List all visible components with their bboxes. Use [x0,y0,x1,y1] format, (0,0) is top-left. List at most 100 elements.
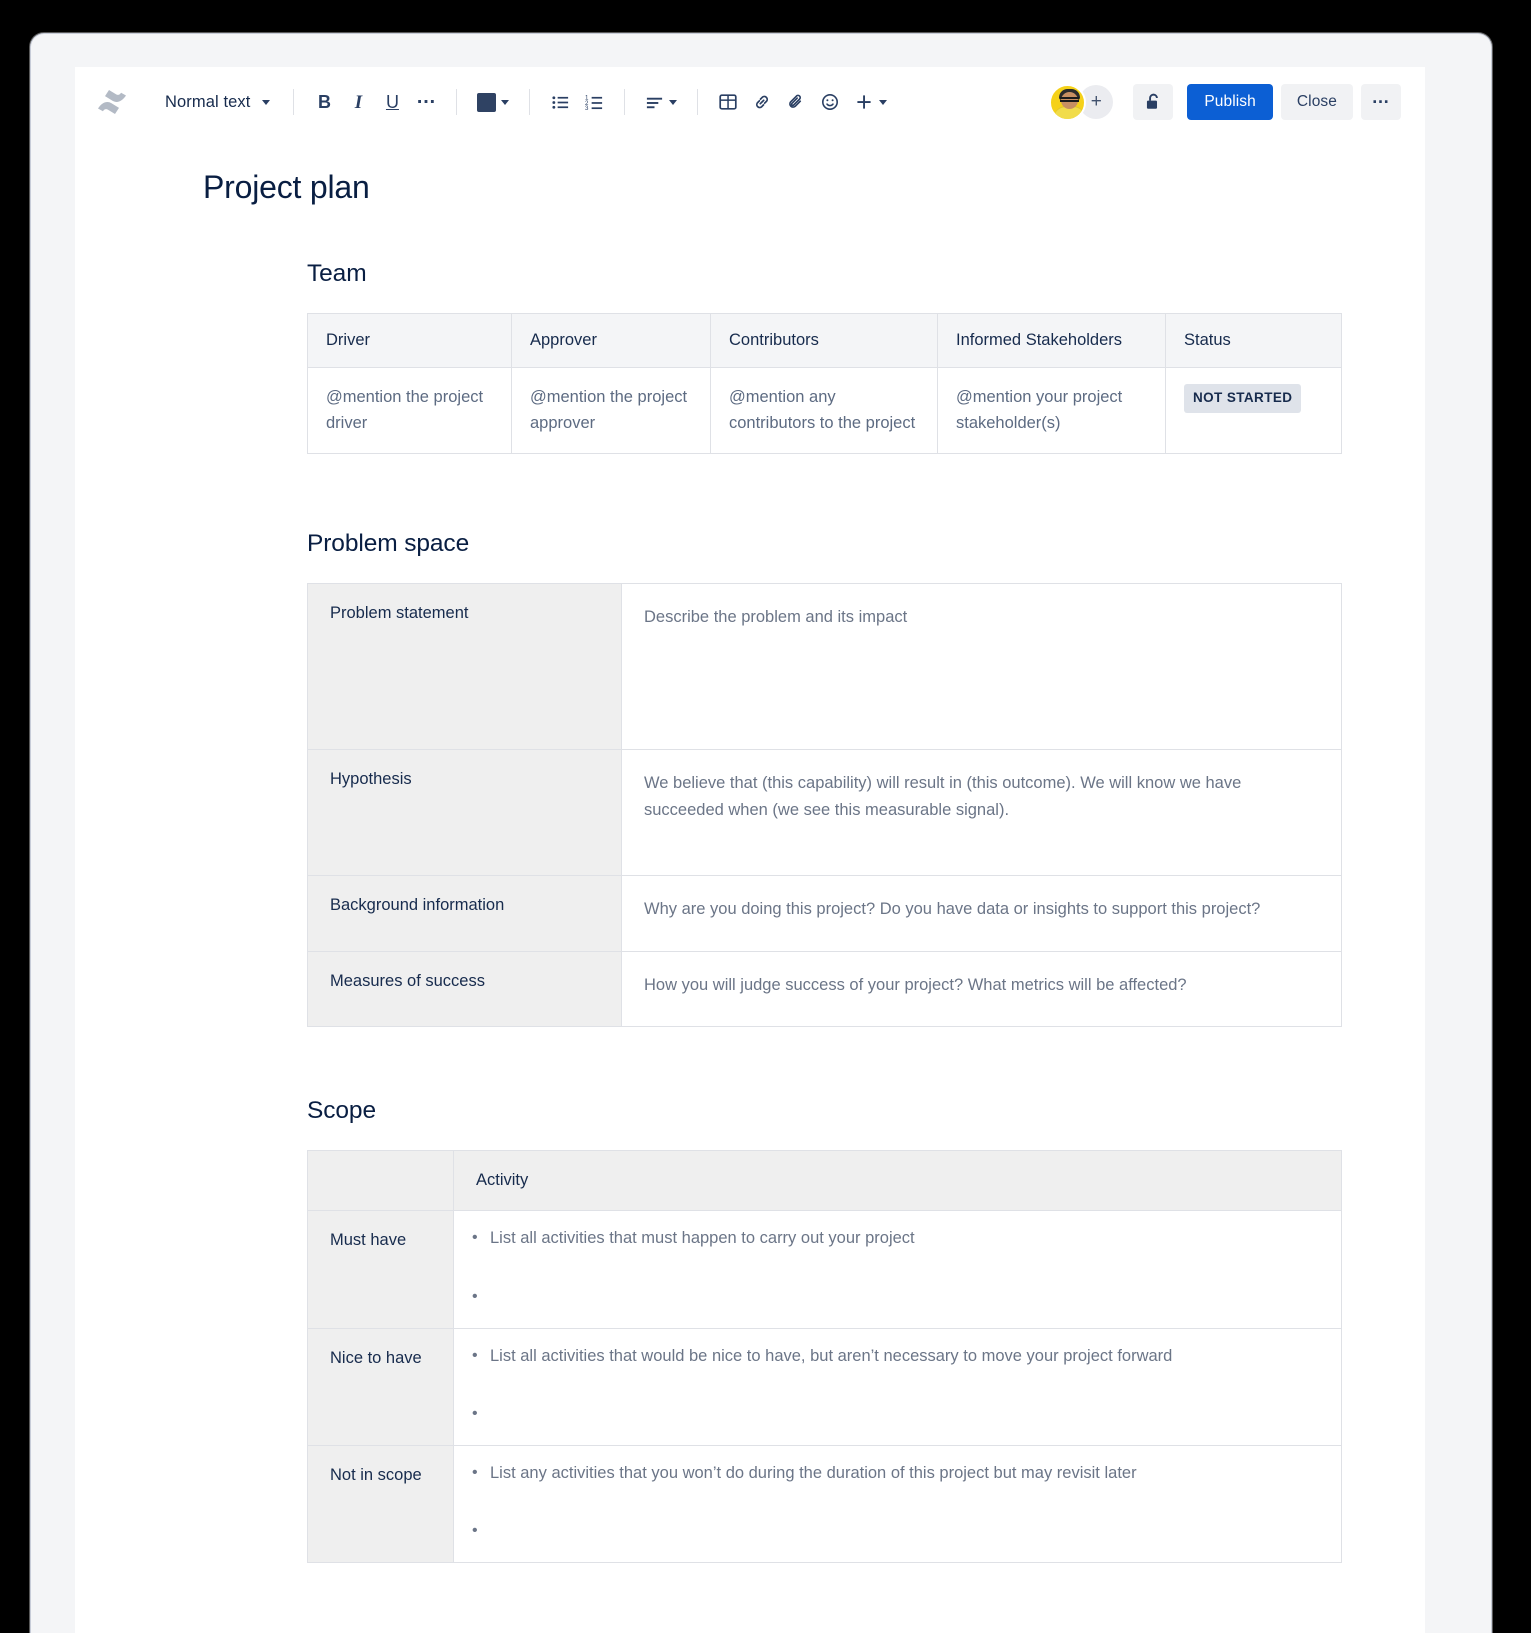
list-item[interactable] [472,1518,1319,1544]
editor-toolbar: Normal text B I U … [75,67,1425,137]
scope-col-blank [308,1151,454,1211]
problem-value-3[interactable]: How you will judge success of your proje… [622,952,1342,1027]
avatar[interactable] [1049,84,1086,121]
problem-value-2[interactable]: Why are you doing this project? Do you h… [622,876,1342,952]
table-row: Hypothesis We believe that (this capabil… [308,750,1342,876]
chevron-down-icon [669,100,677,105]
insert-emoji-button[interactable] [813,85,847,119]
problem-value-1[interactable]: We believe that (this capability) will r… [622,750,1342,876]
collaborators-group: + [1049,84,1113,121]
scope-table: Activity Must have List all activities t… [307,1150,1342,1563]
status-badge: NOT STARTED [1184,384,1301,413]
unlocked-padlock-icon [1144,92,1163,113]
italic-button[interactable]: I [341,85,375,119]
emoji-icon [820,92,840,112]
section-gap [135,454,1365,530]
activity-list: List all activities that would be nice t… [472,1343,1319,1427]
problem-value-0[interactable]: Describe the problem and its impact [622,584,1342,750]
underline-button[interactable]: U [375,85,409,119]
more-actions-button[interactable]: … [1361,84,1401,120]
page-restrictions-button[interactable] [1133,84,1173,120]
text-style-label: Normal text [165,93,250,112]
list-item[interactable] [472,1401,1319,1427]
document-body: Project plan Team Driver Approver Contri… [75,137,1425,1563]
confluence-logo-icon [95,85,129,119]
more-formatting-label: … [416,87,437,107]
app-window: Normal text B I U … [30,33,1492,1633]
table-header-row: Activity [308,1151,1342,1211]
table-icon [718,92,738,112]
bold-label: B [318,93,331,111]
table-row: Must have List all activities that must … [308,1211,1342,1328]
section-gap [135,1027,1365,1097]
toolbar-divider [697,89,698,115]
scope-value-0[interactable]: List all activities that must happen to … [454,1211,1342,1328]
team-cell-status[interactable]: NOT STARTED [1166,368,1342,454]
list-item[interactable] [472,1284,1319,1310]
list-item[interactable]: List all activities that would be nice t… [472,1343,1319,1369]
activity-list: List any activities that you won’t do du… [472,1460,1319,1544]
scope-col-activity: Activity [454,1151,1342,1211]
text-color-button[interactable] [470,85,516,119]
bullet-list-button[interactable] [543,85,577,119]
link-icon [752,92,772,112]
add-people-label: + [1091,91,1102,113]
team-cell-contributors[interactable]: @mention any contributors to the project [711,368,938,454]
list-item[interactable]: List any activities that you won’t do du… [472,1460,1319,1486]
text-style-dropdown[interactable]: Normal text [155,85,280,119]
table-row: Not in scope List any activities that yo… [308,1445,1342,1562]
underline-label: U [386,93,399,111]
table-row: Measures of success How you will judge s… [308,952,1342,1027]
team-col-status: Status [1166,314,1342,368]
table-row: Nice to have List all activities that wo… [308,1328,1342,1445]
toolbar-right-cluster: + Publish Close … [1049,84,1401,121]
table-row: Problem statement Describe the problem a… [308,584,1342,750]
scope-section: Scope Activity Must have [135,1097,1365,1563]
problem-space-heading: Problem space [307,530,1365,558]
problem-label-3: Measures of success [308,952,622,1027]
insert-link-button[interactable] [745,85,779,119]
close-button[interactable]: Close [1281,84,1353,120]
text-align-icon [645,93,664,112]
chevron-down-icon [879,100,887,105]
scope-label-0: Must have [308,1211,454,1328]
svg-text:3: 3 [585,105,589,112]
attach-file-button[interactable] [779,85,813,119]
insert-table-button[interactable] [711,85,745,119]
team-table: Driver Approver Contributors Informed St… [307,313,1342,454]
team-section: Team Driver Approver Contributors Inform… [135,260,1365,454]
problem-label-1: Hypothesis [308,750,622,876]
chevron-down-icon [262,100,270,105]
team-cell-stakeholders[interactable]: @mention your project stakeholder(s) [938,368,1166,454]
scope-value-2[interactable]: List any activities that you won’t do du… [454,1445,1342,1562]
team-cell-driver[interactable]: @mention the project driver [308,368,512,454]
publish-button[interactable]: Publish [1187,84,1273,120]
team-cell-approver[interactable]: @mention the project approver [512,368,711,454]
toolbar-divider [456,89,457,115]
more-formatting-button[interactable]: … [409,85,443,119]
scope-label-1: Nice to have [308,1328,454,1445]
avatar-glasses [1060,97,1079,102]
problem-space-section: Problem space Problem statement Describe… [135,530,1365,1027]
team-col-approver: Approver [512,314,711,368]
bold-button[interactable]: B [307,85,341,119]
table-row: @mention the project driver @mention the… [308,368,1342,454]
text-color-swatch [477,93,496,112]
team-col-contributors: Contributors [711,314,938,368]
activity-list: List all activities that must happen to … [472,1225,1319,1309]
numbered-list-button[interactable]: 1 2 3 [577,85,611,119]
team-col-stakeholders: Informed Stakeholders [938,314,1166,368]
scope-value-1[interactable]: List all activities that would be nice t… [454,1328,1342,1445]
scope-label-2: Not in scope [308,1445,454,1562]
chevron-down-icon [501,100,509,105]
plus-icon [854,92,874,112]
table-header-row: Driver Approver Contributors Informed St… [308,314,1342,368]
more-actions-label: … [1372,87,1391,108]
insert-more-button[interactable] [847,85,893,119]
list-item[interactable]: List all activities that must happen to … [472,1225,1319,1251]
toolbar-divider [293,89,294,115]
toolbar-divider [624,89,625,115]
page-title[interactable]: Project plan [135,169,1365,206]
problem-space-table: Problem statement Describe the problem a… [307,583,1342,1027]
text-align-button[interactable] [638,85,684,119]
